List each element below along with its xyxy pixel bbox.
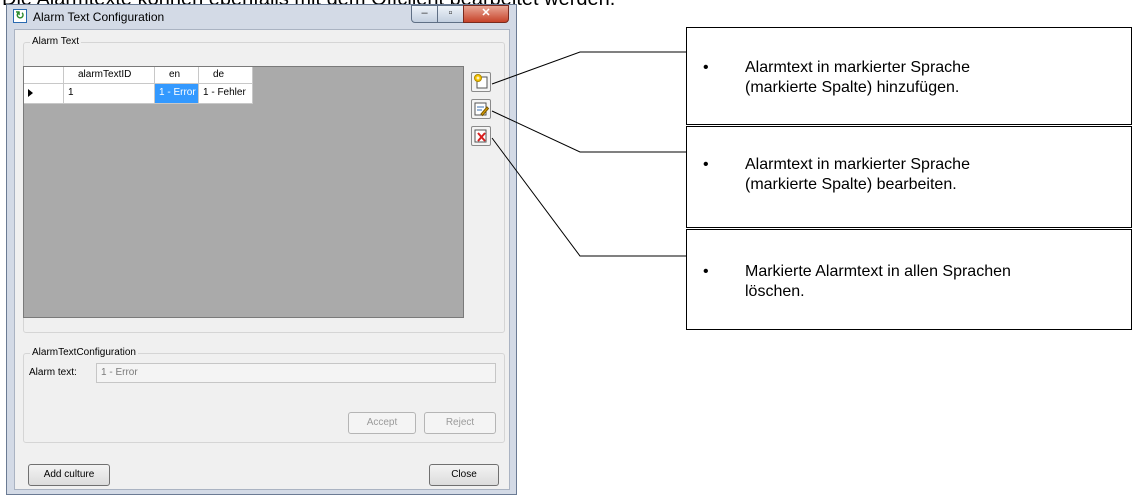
- callout-bullet: •: [703, 59, 709, 76]
- connector-line-edit: [491, 110, 686, 153]
- callout-delete-line2: löschen.: [745, 283, 805, 300]
- callout-add-line2: (markierte Spalte) hinzufügen.: [745, 79, 960, 96]
- callout-edit-line2: (markierte Spalte) bearbeiten.: [745, 176, 957, 193]
- callout-bullet: •: [703, 263, 709, 280]
- connector-line-add: [491, 51, 686, 85]
- callout-bullet: •: [703, 156, 709, 173]
- callout-delete-line1: Markierte Alarmtext in allen Sprachen: [745, 263, 1011, 280]
- callout-edit-line1: Alarmtext in markierter Sprache: [745, 156, 970, 173]
- callout-add: • Alarmtext in markierter Sprache (marki…: [686, 27, 1132, 125]
- callout-delete: • Markierte Alarmtext in allen Sprachen …: [686, 229, 1132, 330]
- connector-line-delete: [491, 137, 686, 257]
- callout-edit: • Alarmtext in markierter Sprache (marki…: [686, 126, 1132, 228]
- callout-add-line1: Alarmtext in markierter Sprache: [745, 59, 970, 76]
